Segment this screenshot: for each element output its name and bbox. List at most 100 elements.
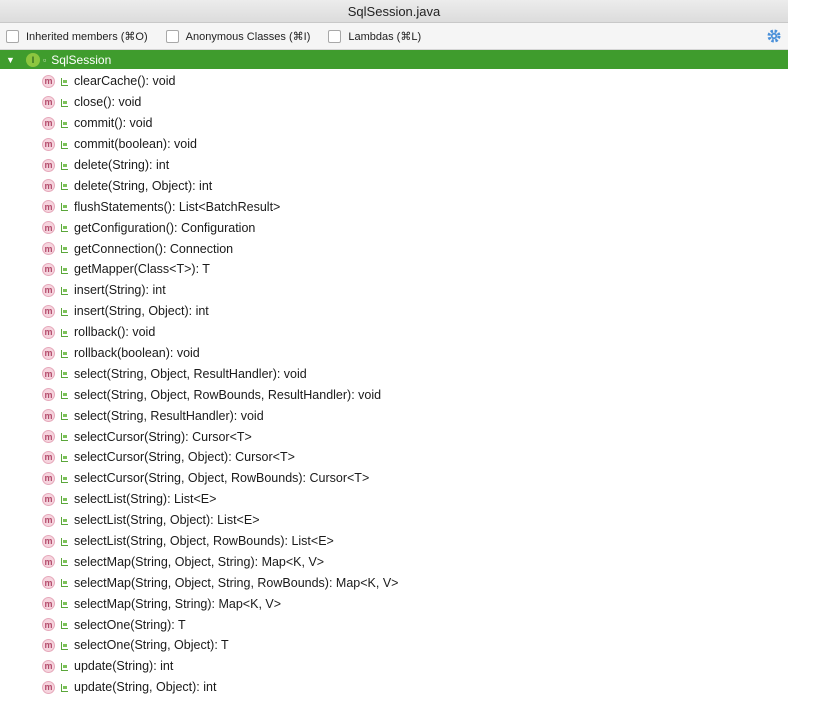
anonymous-classes-checkbox[interactable]	[165, 29, 179, 43]
public-visibility-icon	[60, 244, 68, 254]
public-visibility-icon	[60, 537, 68, 546]
method-list: m clearCache(): void m close(): void m commit…	[0, 69, 788, 698]
method-signature: getConfiguration(): Configuration	[74, 220, 256, 235]
structure-popup: SqlSession.java Inherited members (⌘O) A…	[0, 0, 788, 707]
method-item[interactable]: m selectMap(String, Object, String, RowBo…	[0, 572, 788, 593]
method-signature: commit(): void	[74, 116, 153, 131]
method-signature: clearCache(): void	[74, 74, 176, 89]
method-icon: m	[42, 304, 55, 318]
method-signature: flushStatements(): List<BatchResult>	[74, 199, 281, 214]
method-item[interactable]: m delete(String): int	[0, 155, 788, 176]
method-item[interactable]: m insert(String): int	[0, 280, 788, 301]
method-item[interactable]: m selectCursor(String, Object): Cursor<T>	[0, 447, 788, 468]
method-signature: update(String, Object): int	[74, 680, 217, 695]
public-visibility-icon	[60, 328, 68, 337]
method-item[interactable]: m update(String, Object): int	[0, 677, 788, 698]
title-bar[interactable]: SqlSession.java	[0, 0, 788, 23]
method-item[interactable]: m selectOne(String): T	[0, 614, 788, 635]
method-icon: m	[42, 388, 55, 402]
method-signature: selectCursor(String, Object, RowBounds):…	[74, 471, 370, 486]
method-item[interactable]: m getMapper(Class<T>): T	[0, 259, 788, 280]
anonymous-classes-filter[interactable]: Anonymous Classes (⌘I)	[165, 29, 311, 43]
method-item[interactable]: m rollback(boolean): void	[0, 343, 788, 364]
method-item[interactable]: m selectList(String, Object, RowBounds): …	[0, 531, 788, 552]
method-item[interactable]: m getConnection(): Connection	[0, 238, 788, 259]
method-item[interactable]: m selectList(String, Object): List<E>	[0, 510, 788, 531]
inherited-members-filter[interactable]: Inherited members (⌘O)	[6, 29, 148, 43]
method-item[interactable]: m rollback(): void	[0, 322, 788, 343]
method-icon: m	[42, 513, 55, 527]
visibility-icon: ▫	[43, 54, 47, 65]
method-icon: m	[42, 242, 55, 256]
method-icon: m	[42, 409, 55, 423]
method-signature: selectMap(String, Object, String, RowBou…	[74, 575, 399, 590]
method-item[interactable]: m selectList(String): List<E>	[0, 489, 788, 510]
lambdas-filter[interactable]: Lambdas (⌘L)	[328, 29, 422, 43]
root-label: SqlSession	[51, 52, 112, 67]
public-visibility-icon	[60, 620, 68, 630]
method-icon: m	[42, 597, 55, 611]
method-item[interactable]: m getConfiguration(): Configuration	[0, 217, 788, 238]
method-icon: m	[42, 534, 55, 548]
method-signature: selectCursor(String): Cursor<T>	[74, 429, 252, 444]
method-item[interactable]: m select(String, Object, RowBounds, Resul…	[0, 384, 788, 405]
structure-tree: ▼ I ▫ SqlSession m clearCache(): void m clo…	[0, 50, 788, 698]
public-visibility-icon	[60, 453, 68, 462]
method-signature: rollback(boolean): void	[74, 346, 200, 361]
public-visibility-icon	[60, 641, 68, 650]
method-signature: selectList(String): List<E>	[74, 492, 217, 507]
public-visibility-icon	[60, 474, 68, 483]
method-icon: m	[42, 262, 55, 276]
method-icon: m	[42, 95, 55, 109]
window-title: SqlSession.java	[347, 3, 441, 19]
public-visibility-icon	[60, 265, 68, 274]
public-visibility-icon	[60, 411, 68, 421]
method-item[interactable]: m delete(String, Object): int	[0, 175, 788, 196]
expand-arrow-icon[interactable]: ▼	[6, 55, 16, 65]
method-signature: delete(String): int	[74, 158, 170, 172]
lambdas-checkbox[interactable]	[328, 29, 342, 43]
method-item[interactable]: m selectCursor(String, Object, RowBounds)…	[0, 468, 788, 489]
method-item[interactable]: m select(String, ResultHandler): void	[0, 405, 788, 426]
method-icon: m	[42, 74, 55, 88]
method-icon: m	[42, 367, 55, 381]
method-item[interactable]: m selectCursor(String): Cursor<T>	[0, 426, 788, 447]
public-visibility-icon	[60, 662, 68, 671]
method-signature: select(String, Object, ResultHandler): v…	[74, 366, 307, 381]
method-item[interactable]: m selectOne(String, Object): T	[0, 635, 788, 656]
public-visibility-icon	[60, 77, 68, 86]
tree-root-sqlsession[interactable]: ▼ I ▫ SqlSession	[0, 50, 788, 69]
public-visibility-icon	[60, 495, 68, 504]
method-item[interactable]: m select(String, Object, ResultHandler): …	[0, 363, 788, 384]
method-item[interactable]: m update(String): int	[0, 656, 788, 677]
method-item[interactable]: m commit(): void	[0, 113, 788, 134]
public-visibility-icon	[60, 516, 68, 525]
anonymous-classes-label: Anonymous Classes (⌘I)	[185, 30, 311, 43]
public-visibility-icon	[60, 432, 68, 442]
public-visibility-icon	[60, 161, 68, 170]
method-icon: m	[42, 430, 55, 444]
method-icon: m	[42, 179, 55, 193]
method-item[interactable]: m selectMap(String, String): Map<K, V>	[0, 593, 788, 614]
method-item[interactable]: m clearCache(): void	[0, 71, 788, 92]
method-icon: m	[42, 200, 55, 214]
method-signature: selectList(String, Object): List<E>	[74, 513, 260, 528]
public-visibility-icon	[60, 181, 68, 191]
gear-icon[interactable]	[766, 28, 782, 44]
method-icon: m	[42, 158, 55, 172]
lambdas-label: Lambdas (⌘L)	[348, 30, 422, 43]
method-signature: getConnection(): Connection	[74, 241, 234, 256]
method-signature: selectMap(String, String): Map<K, V>	[74, 596, 282, 611]
method-item[interactable]: m commit(boolean): void	[0, 134, 788, 155]
public-visibility-icon	[60, 119, 68, 128]
filter-toolbar: Inherited members (⌘O) Anonymous Classes…	[0, 23, 788, 50]
method-item[interactable]: m flushStatements(): List<BatchResult>	[0, 196, 788, 217]
method-icon: m	[42, 492, 55, 506]
method-item[interactable]: m close(): void	[0, 92, 788, 113]
inherited-members-checkbox[interactable]	[6, 29, 19, 43]
method-item[interactable]: m selectMap(String, Object, String): Map<…	[0, 551, 788, 572]
public-visibility-icon	[60, 286, 68, 295]
method-signature: getMapper(Class<T>): T	[74, 262, 210, 277]
public-visibility-icon	[60, 349, 68, 358]
method-item[interactable]: m insert(String, Object): int	[0, 301, 788, 322]
